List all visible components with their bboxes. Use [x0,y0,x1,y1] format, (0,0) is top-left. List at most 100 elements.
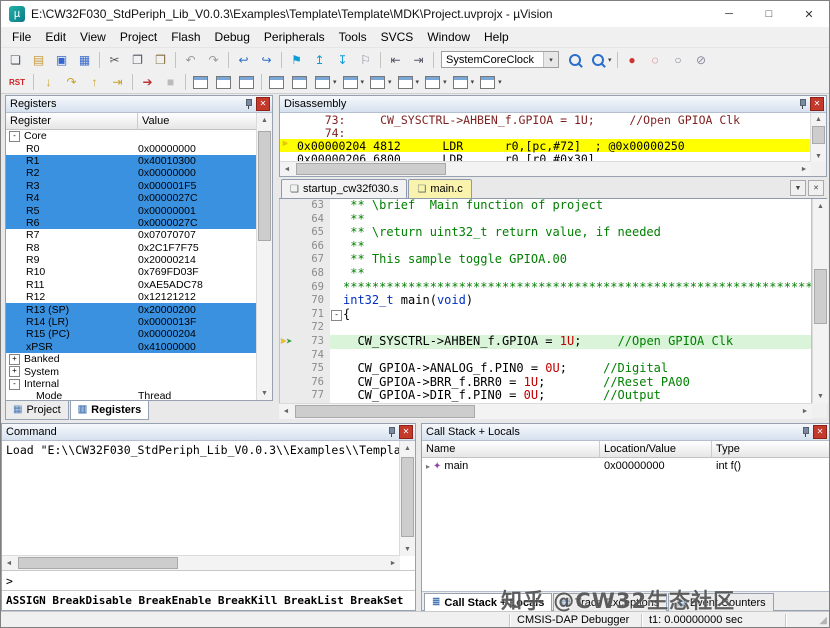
scroll-right-arrow[interactable]: ► [797,162,811,176]
disassembly-content[interactable]: 73: CW_SYSCTRL->AHBEN_f.GPIOA = 1U; //Op… [280,113,811,162]
register-row[interactable]: -Core [6,130,257,142]
menu-debug[interactable]: Debug [208,29,257,45]
paste-icon[interactable]: ❒ [150,50,171,69]
scroll-up-arrow[interactable]: ▲ [400,441,415,455]
menu-project[interactable]: Project [113,29,164,45]
scroll-down-arrow[interactable]: ▼ [400,542,415,556]
editor-line[interactable]: 63 ** \brief Main function of project [280,199,811,213]
close-icon[interactable]: ✕ [399,425,413,439]
editor-line[interactable]: 75 CW_GPIOA->ANALOG_f.PIN0 = 0U; //Digit… [280,362,811,376]
open-file-icon[interactable]: ▤ [28,50,49,69]
trace-dropdown-arrow[interactable]: ▾ [443,78,447,86]
vertical-scrollbar[interactable]: ▲ ▼ [256,113,272,400]
editor-line[interactable]: 69**************************************… [280,281,811,295]
tree-expander-icon[interactable]: - [9,379,20,390]
minimize-button[interactable]: ─ [709,1,749,27]
pin-icon[interactable] [244,98,253,110]
editor-line[interactable]: 68 ** [280,267,811,281]
step-over-icon[interactable]: ↷ [61,73,82,92]
watch-dropdown-arrow[interactable]: ▾ [333,78,337,86]
disable-breakpoint-icon[interactable]: ◌ [645,50,666,69]
disassembly-window-icon[interactable] [213,73,234,92]
step-out-icon[interactable]: ↑ [84,73,105,92]
scrollbar-thumb[interactable] [401,457,414,537]
tab-project[interactable]: ▦Project [5,401,69,420]
command-output[interactable]: Load "E:\\CW32F030_StdPeriph_Lib_V0.0.3\… [2,441,400,556]
register-row[interactable]: R90x20000214 [6,254,257,266]
close-icon[interactable]: ✕ [810,97,824,111]
menu-window[interactable]: Window [420,29,477,45]
scroll-up-arrow[interactable]: ▲ [257,113,272,127]
editor-line[interactable]: 70int32_t main(void) [280,294,811,308]
memory-window-icon[interactable] [340,73,361,92]
callstack-window-icon[interactable] [289,73,310,92]
register-row[interactable]: R80x2C1F7F75 [6,242,257,254]
disassembly-line[interactable]: 73: CW_SYSCTRL->AHBEN_f.GPIOA = 1U; //Op… [280,113,811,126]
navigate-back-icon[interactable]: ↩ [233,50,254,69]
save-all-icon[interactable]: ▦ [74,50,95,69]
tree-expander-icon[interactable]: ▸ [426,462,430,471]
command-window-icon[interactable] [190,73,211,92]
menu-view[interactable]: View [73,29,113,45]
editor-line[interactable]: 65 ** \return uint32_t return value, if … [280,226,811,240]
tab-list-dropdown-icon[interactable]: ▼ [790,180,806,196]
search-dropdown-arrow[interactable]: ▾ [608,56,612,64]
register-row[interactable]: R15 (PC)0x00000204 [6,328,257,340]
editor-line[interactable]: ➤➤73 CW_SYSCTRL->AHBEN_f.GPIOA = 1U; //O… [280,335,811,349]
horizontal-scrollbar[interactable]: ◄ ► [280,161,811,176]
symbol-window-icon[interactable] [236,73,257,92]
pin-icon[interactable] [387,426,396,438]
pin-icon[interactable] [801,426,810,438]
copy-icon[interactable]: ❐ [127,50,148,69]
system-core-clock-combo[interactable]: SystemCoreClock▾ [441,51,559,68]
analysis-window-icon[interactable] [395,73,416,92]
register-row[interactable]: +Banked [6,353,257,365]
column-name[interactable]: Name [422,441,600,457]
bookmark-prev-icon[interactable]: ↥ [309,50,330,69]
register-row[interactable]: R10x40010300 [6,155,257,167]
toolbox-dropdown-arrow[interactable]: ▾ [498,78,502,86]
editor-line[interactable]: 71-{ [280,308,811,322]
register-row[interactable]: R100x769FD03F [6,266,257,278]
register-row[interactable]: ModeThread [6,390,257,400]
fold-toggle-icon[interactable]: - [331,310,342,321]
code-editor[interactable]: 63 ** \brief Main function of project64 … [279,199,812,403]
scrollbar-thumb[interactable] [18,557,178,569]
editor-line[interactable]: 67 ** This sample toggle GPIOA.00 [280,253,811,267]
menu-flash[interactable]: Flash [164,29,207,45]
editor-line[interactable]: 77 CW_GPIOA->DIR_f.PIN0 = 0U; //Output [280,389,811,403]
tab-registers[interactable]: ▥Registers [70,401,150,420]
redo-icon[interactable]: ↷ [203,50,224,69]
editor-line[interactable]: 76 CW_GPIOA->BRR_f.BRR0 = 1U; //Reset PA… [280,376,811,390]
column-location-value[interactable]: Location/Value [600,441,712,457]
scrollbar-thumb[interactable] [295,405,475,418]
insert-breakpoint-icon[interactable]: ● [622,50,643,69]
menu-peripherals[interactable]: Peripherals [257,29,332,45]
register-row[interactable]: R50x00000001 [6,204,257,216]
editor-line[interactable]: 74 [280,349,811,363]
register-row[interactable]: R20x00000000 [6,167,257,179]
close-document-icon[interactable]: ✕ [808,180,824,196]
close-button[interactable]: ✕ [789,1,829,27]
editor-line[interactable]: 72 [280,321,811,335]
scrollbar-thumb[interactable] [814,269,827,324]
watch-window-icon[interactable] [312,73,333,92]
callstack-row[interactable]: ▸✦main0x00000000int f() [422,458,829,474]
reset-button[interactable]: RST [5,73,29,92]
register-row[interactable]: R13 (SP)0x20000200 [6,303,257,315]
menu-tools[interactable]: Tools [332,29,374,45]
editor-line[interactable]: 64 ** [280,213,811,227]
maximize-button[interactable]: □ [749,1,789,27]
scroll-down-arrow[interactable]: ▼ [257,386,272,400]
tab-main-c[interactable]: ❏main.c [408,179,471,198]
registers-window-icon[interactable] [266,73,287,92]
menu-help[interactable]: Help [477,29,516,45]
menu-edit[interactable]: Edit [38,29,73,45]
pin-icon[interactable] [798,98,807,110]
register-row[interactable]: xPSR0x41000000 [6,341,257,353]
register-row[interactable]: R120x12121212 [6,291,257,303]
close-icon[interactable]: ✕ [813,425,827,439]
register-row[interactable]: R110xAE5ADC78 [6,279,257,291]
scroll-down-arrow[interactable]: ▼ [813,389,828,403]
menu-file[interactable]: File [5,29,38,45]
